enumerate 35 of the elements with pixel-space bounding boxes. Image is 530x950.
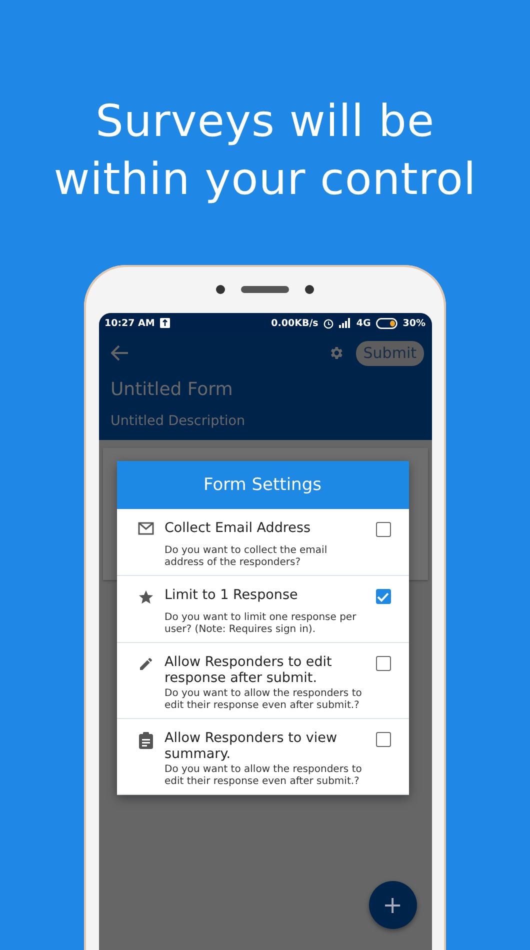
dialog-title: Form Settings bbox=[116, 461, 408, 509]
setting-title: Allow Responders to edit response after submit. bbox=[164, 654, 333, 686]
pencil-icon bbox=[138, 656, 154, 672]
settings-icon[interactable] bbox=[328, 345, 344, 361]
setting-description: Do you want to allow the responders to edit their response even after submit.? bbox=[164, 764, 363, 788]
form-title[interactable]: Untitled Form bbox=[110, 379, 424, 401]
setting-title: Limit to 1 Response bbox=[164, 587, 299, 603]
signal-icon bbox=[339, 318, 352, 328]
status-time: 10:27 AM bbox=[104, 318, 155, 328]
setting-description: Do you want to collect the email address of the responders? bbox=[164, 545, 328, 569]
form-description[interactable]: Untitled Description bbox=[110, 413, 424, 429]
back-arrow-icon[interactable] bbox=[110, 345, 128, 361]
headline: Surveys will be within your control bbox=[52, 95, 478, 207]
checkbox[interactable] bbox=[376, 732, 390, 747]
setting-title: Collect Email Address bbox=[164, 520, 312, 536]
sensor-icon bbox=[305, 284, 314, 294]
mail-icon bbox=[138, 522, 154, 535]
network-type: 4G bbox=[356, 318, 371, 328]
network-speed: 0.00KB/s bbox=[271, 318, 318, 328]
star-icon bbox=[138, 589, 154, 605]
setting-description: Do you want to limit one response per user? (Note: Requires sign in). bbox=[164, 612, 358, 636]
checkbox[interactable] bbox=[376, 589, 390, 604]
upload-icon bbox=[160, 318, 170, 328]
clipboard-icon bbox=[138, 732, 152, 749]
battery-icon bbox=[376, 318, 398, 328]
alarm-icon bbox=[323, 318, 334, 328]
battery-level: 30% bbox=[402, 318, 426, 328]
camera-icon bbox=[216, 284, 225, 294]
setting-title: Allow Responders to view summary. bbox=[164, 730, 338, 762]
checkbox[interactable] bbox=[376, 656, 390, 671]
setting-description: Do you want to allow the responders to edit their response even after submit.? bbox=[164, 688, 363, 712]
add-button[interactable]: + bbox=[368, 881, 416, 929]
submit-button[interactable]: Submit bbox=[356, 340, 424, 366]
checkbox[interactable] bbox=[376, 522, 390, 537]
speaker-icon bbox=[241, 286, 289, 292]
